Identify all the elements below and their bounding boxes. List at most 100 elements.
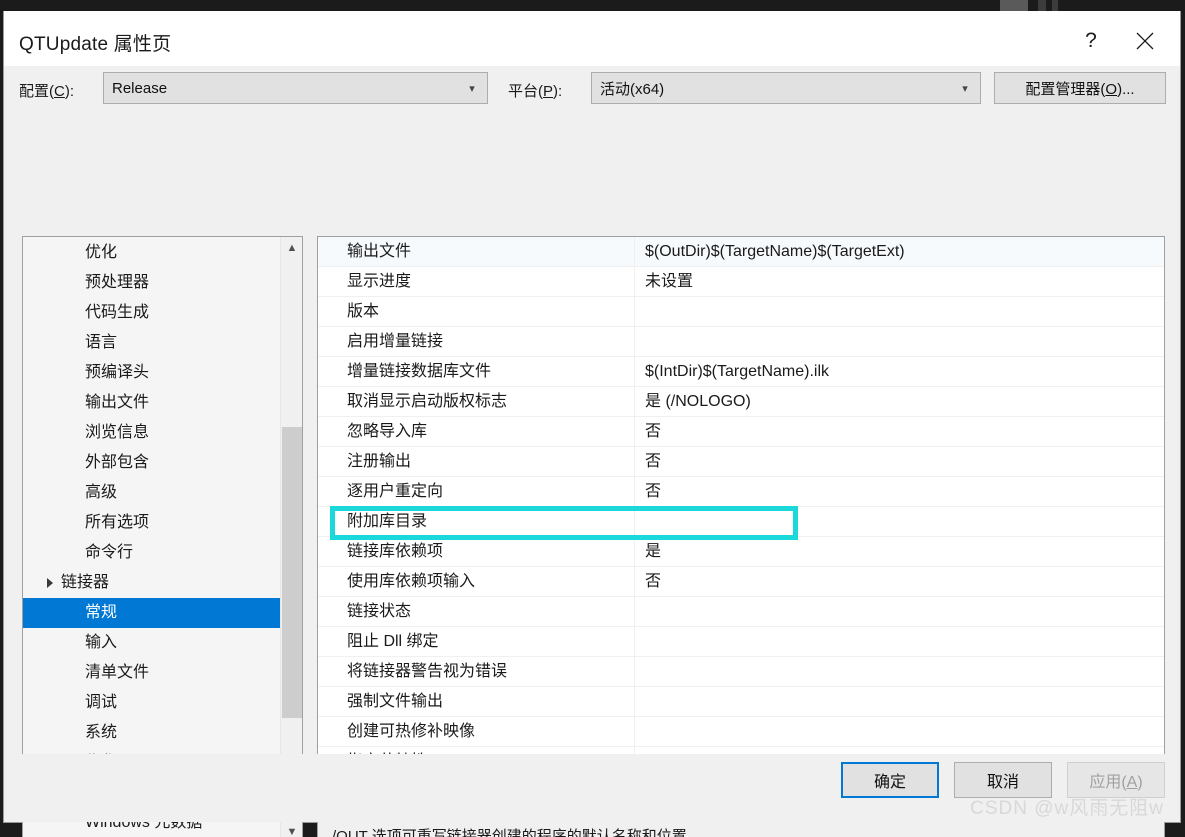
property-row[interactable]: 链接状态 <box>318 597 1164 627</box>
sidebar-item-label: 调试 <box>85 694 118 711</box>
property-value[interactable]: 否 <box>635 417 1164 446</box>
sidebar-item-label: 清单文件 <box>85 664 150 681</box>
ok-label: 确定 <box>873 774 906 791</box>
chevron-up-icon[interactable]: ▲ <box>281 237 302 259</box>
property-row[interactable]: 忽略导入库否 <box>318 417 1164 447</box>
property-name: 使用库依赖项输入 <box>318 567 635 596</box>
sidebar-item[interactable]: 高级 <box>23 478 280 508</box>
sidebar-item[interactable]: 输入 <box>23 628 280 658</box>
property-value[interactable]: 是 (/NOLOGO) <box>635 387 1164 416</box>
sidebar-item[interactable]: 外部包含 <box>23 448 280 478</box>
property-row[interactable]: 版本 <box>318 297 1164 327</box>
sidebar-item[interactable]: 命令行 <box>23 538 280 568</box>
sidebar-item[interactable]: 系统 <box>23 718 280 748</box>
property-value[interactable] <box>635 687 1164 716</box>
sidebar-item[interactable]: 预处理器 <box>23 268 280 298</box>
sidebar-item-label: 高级 <box>85 484 118 501</box>
property-row[interactable]: 链接库依赖项是 <box>318 537 1164 567</box>
sidebar-item-label: 代码生成 <box>85 304 150 321</box>
property-row[interactable]: 将链接器警告视为错误 <box>318 657 1164 687</box>
sidebar-item[interactable]: 浏览信息 <box>23 418 280 448</box>
property-value[interactable]: 否 <box>635 447 1164 476</box>
tree-vertical-scrollbar[interactable]: ▲ ▼ <box>280 237 302 837</box>
property-value[interactable] <box>635 657 1164 686</box>
platform-label: 平台(P): <box>508 83 563 100</box>
property-row[interactable]: 附加库目录 <box>318 507 1164 537</box>
description-text: /OUT 选项可重写链接器创建的程序的默认名称和位置。 <box>332 828 702 837</box>
property-name: 取消显示启动版权标志 <box>318 387 635 416</box>
sidebar-item-label: 命令行 <box>85 544 134 561</box>
property-name: 增量链接数据库文件 <box>318 357 635 386</box>
property-row[interactable]: 逐用户重定向否 <box>318 477 1164 507</box>
property-value[interactable]: 是 <box>635 537 1164 566</box>
sidebar-item[interactable]: 所有选项 <box>23 508 280 538</box>
property-row[interactable]: 增量链接数据库文件 $(IntDir)$(TargetName).ilk <box>318 357 1164 387</box>
property-row[interactable]: 阻止 Dll 绑定 <box>318 627 1164 657</box>
configuration-label: 配置(C): <box>19 83 75 100</box>
sidebar-item[interactable]: 预编译头 <box>23 358 280 388</box>
settings-tree[interactable]: 优化预处理器代码生成语言预编译头 输出文件浏览信息外部包含高级所有选项命令行链接器… <box>23 237 280 837</box>
question-mark-icon: ? <box>1085 29 1097 52</box>
property-value[interactable] <box>635 507 1164 536</box>
property-value[interactable] <box>635 297 1164 326</box>
property-row[interactable]: 强制文件输出 <box>318 687 1164 717</box>
property-value[interactable] <box>635 627 1164 656</box>
property-name: 链接库依赖项 <box>318 537 635 566</box>
sidebar-item-label: 所有选项 <box>85 514 150 531</box>
property-name: 启用增量链接 <box>318 327 635 356</box>
property-value[interactable]: $(IntDir)$(TargetName).ilk <box>635 357 1164 386</box>
sidebar-item[interactable]: 优化 <box>23 238 280 268</box>
property-row[interactable]: 创建可热修补映像 <box>318 717 1164 747</box>
sidebar-item-label: 系统 <box>85 724 118 741</box>
bg-tab-3 <box>1052 0 1058 11</box>
sidebar-item-label: 输入 <box>85 634 118 651</box>
chevron-down-icon[interactable]: ▼ <box>281 821 302 837</box>
property-name: 附加库目录 <box>318 507 635 536</box>
property-row[interactable]: 启用增量链接 <box>318 327 1164 357</box>
sidebar-item[interactable]: 清单文件 <box>23 658 280 688</box>
scrollbar-thumb[interactable] <box>282 427 302 718</box>
property-name: 阻止 Dll 绑定 <box>318 627 635 656</box>
property-value[interactable]: 否 <box>635 567 1164 596</box>
expander-triangle-icon[interactable] <box>47 568 59 598</box>
bg-tab-1 <box>1000 0 1028 11</box>
property-value[interactable] <box>635 327 1164 356</box>
sidebar-item[interactable]: 语言 <box>23 328 280 358</box>
property-value[interactable] <box>635 717 1164 746</box>
property-row[interactable]: 注册输出否 <box>318 447 1164 477</box>
configuration-dropdown[interactable]: Release ▾ <box>103 72 488 104</box>
property-row[interactable]: 取消显示启动版权标志是 (/NOLOGO) <box>318 387 1164 417</box>
property-value[interactable]: 否 <box>635 477 1164 506</box>
sidebar-item[interactable]: 代码生成 <box>23 298 280 328</box>
help-button[interactable]: ? <box>1068 21 1114 61</box>
sidebar-item-label: 浏览信息 <box>85 424 150 441</box>
property-row[interactable]: 使用库依赖项输入否 <box>318 567 1164 597</box>
property-value[interactable] <box>635 597 1164 626</box>
close-button[interactable] <box>1122 21 1168 61</box>
configuration-manager-button[interactable]: 配置管理器(O)... <box>994 72 1166 104</box>
watermark: CSDN @w风雨无阻w <box>970 798 1164 819</box>
sidebar-item[interactable]: 调试 <box>23 688 280 718</box>
properties-grid[interactable]: 输出文件 $(OutDir)$(TargetName)$(TargetExt) 显示… <box>317 236 1165 782</box>
sidebar-item-label: 预处理器 <box>85 274 150 291</box>
ok-button[interactable]: 确定 <box>841 762 939 798</box>
settings-tree-panel: 优化预处理器代码生成语言预编译头 输出文件浏览信息外部包含高级所有选项命令行链接器… <box>22 236 303 837</box>
property-value[interactable]: 未设置 <box>635 267 1164 296</box>
configuration-bar: 配置(C): Release ▾ 平台(P): 活动(x64) ▾ 配置管理器(… <box>4 66 1180 122</box>
configuration-value: Release <box>112 79 168 97</box>
sidebar-item[interactable]: 链接器 <box>23 568 280 598</box>
property-row[interactable]: 显示进度 未设置 <box>318 267 1164 297</box>
property-row[interactable]: 输出文件 $(OutDir)$(TargetName)$(TargetExt) <box>318 237 1164 267</box>
sidebar-item[interactable]: 输出文件 <box>23 388 280 418</box>
sidebar-item-label: 链接器 <box>61 574 110 591</box>
property-name: 版本 <box>318 297 635 326</box>
title-bar: QTUpdate 属性页 ? <box>4 11 1180 66</box>
platform-dropdown[interactable]: 活动(x64) ▾ <box>591 72 981 104</box>
property-value[interactable]: $(OutDir)$(TargetName)$(TargetExt) <box>635 237 1164 266</box>
apply-label: 应用(A) <box>1089 774 1143 791</box>
sidebar-item-label: 语言 <box>85 334 118 351</box>
dialog-body: 优化预处理器代码生成语言预编译头 输出文件浏览信息外部包含高级所有选项命令行链接器… <box>4 122 1180 837</box>
property-name: 忽略导入库 <box>318 417 635 446</box>
sidebar-item[interactable]: 常规 <box>23 598 280 628</box>
dialog-footer: 确定 取消 应用(A) CSDN @w风雨无阻w <box>4 754 1180 822</box>
